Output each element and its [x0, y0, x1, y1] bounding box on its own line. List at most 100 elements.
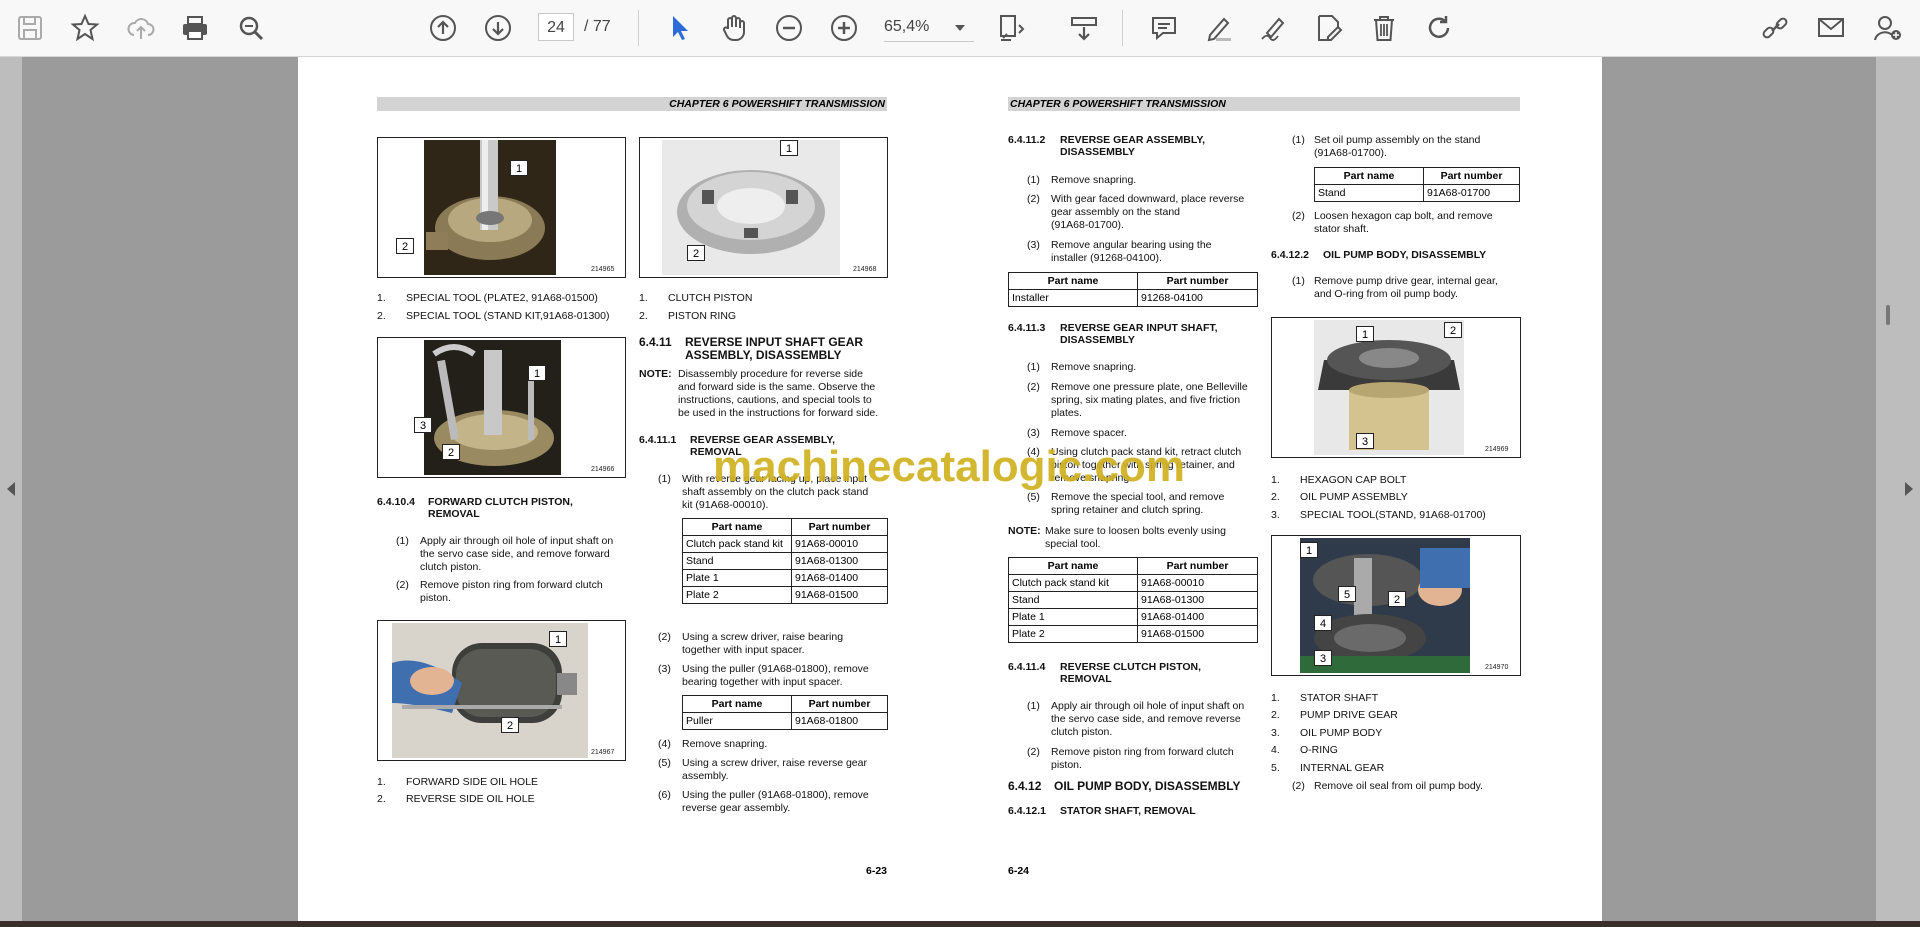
figure-number: 214969 [1485, 446, 1509, 453]
callout-1: 1 [549, 631, 567, 647]
step-number: (1) [1292, 275, 1305, 287]
caption-item: OIL PUMP ASSEMBLY [1300, 491, 1408, 503]
zoom-in-icon[interactable] [826, 10, 862, 46]
zoom-out-icon[interactable] [771, 10, 807, 46]
step-text: Remove snapring. [1051, 361, 1137, 373]
step-text: kit (91A68-00010). [682, 499, 769, 511]
step-text: and O-ring from oil pump body. [1314, 288, 1458, 300]
cloud-upload-icon[interactable] [123, 10, 159, 46]
table-cell: Installer [1008, 289, 1138, 307]
expand-left-panel-icon[interactable] [7, 482, 15, 496]
step-text: reverse gear assembly. [682, 802, 791, 814]
callout-2: 2 [396, 238, 414, 254]
table-header: Part number [1137, 557, 1258, 575]
hand-tool-icon[interactable] [716, 10, 752, 46]
step-text: Set oil pump assembly on the stand [1314, 134, 1481, 146]
caption-item-number: 4. [1271, 744, 1280, 756]
table-row: Installer 91268-04100 [1008, 289, 1258, 307]
page-down-icon[interactable] [480, 10, 516, 46]
delete-trash-icon[interactable] [1366, 10, 1402, 46]
caption-item: PUMP DRIVE GEAR [1300, 709, 1398, 721]
table-cell: Plate 2 [1008, 625, 1138, 643]
figure-oil-pump-assembly: 1 2 3 214969 [1271, 317, 1521, 458]
section-number: 6.4.12.2 [1271, 249, 1309, 261]
step-text: Remove spacer. [1051, 427, 1127, 439]
bookmark-star-icon[interactable] [67, 10, 103, 46]
print-icon[interactable] [177, 10, 213, 46]
caption-item: PISTON RING [668, 310, 737, 322]
step-number: (2) [1027, 193, 1040, 205]
table-cell: 91A68-01400 [791, 569, 888, 587]
table-cell: Stand [682, 552, 792, 570]
step-number: (1) [396, 535, 409, 547]
highlight-pen-icon[interactable] [1201, 10, 1237, 46]
section-number: 6.4.11.2 [1008, 134, 1046, 146]
step-text: the servo case side, and remove forward [420, 548, 610, 560]
comment-icon[interactable] [1146, 10, 1182, 46]
callout-3: 3 [1356, 433, 1374, 449]
scrollbar-thumb[interactable] [1886, 305, 1890, 325]
callout-1: 1 [510, 160, 528, 176]
caption-item-number: 1. [1271, 474, 1280, 486]
redo-icon[interactable] [1421, 10, 1457, 46]
step-text: installer (91268-04100). [1051, 252, 1162, 264]
step-number: (2) [658, 631, 671, 643]
section-title: OIL PUMP BODY, DISASSEMBLY [1054, 779, 1241, 793]
callout-2: 2 [442, 444, 460, 460]
draw-signature-icon[interactable] [1256, 10, 1292, 46]
parts-table: Part name Part number Stand 91A68-01700 [1314, 167, 1520, 202]
caption-item-number: 2. [377, 793, 386, 805]
edit-document-icon[interactable] [1311, 10, 1347, 46]
step-text: Remove angular bearing using the [1051, 239, 1212, 251]
section-number: 6.4.10.4 [377, 496, 415, 508]
table-row: Plate 1 91A68-01400 [682, 569, 888, 587]
parts-table: Part name Part number Puller 91A68-01800 [682, 695, 888, 730]
step-text: Remove oil seal from oil pump body. [1314, 780, 1484, 792]
table-row: Puller 91A68-01800 [682, 712, 888, 730]
step-text: assembly. [682, 770, 729, 782]
page-number: 6-24 [1008, 865, 1030, 877]
step-text: clutch piston. [1051, 726, 1113, 738]
section-title: STATOR SHAFT, REMOVAL [1060, 805, 1196, 817]
page-number-input[interactable]: 24 [538, 13, 574, 41]
figure-number: 214970 [1485, 664, 1509, 671]
caption-item-number: 5. [1271, 762, 1280, 774]
step-text: Remove pump drive gear, internal gear, [1314, 275, 1498, 287]
table-row: Plate 2 91A68-01500 [1008, 625, 1258, 643]
table-cell: 91A68-00010 [791, 535, 888, 553]
section-number: 6.4.11 [639, 335, 672, 349]
section-title: DISASSEMBLY [1060, 334, 1135, 346]
table-cell: 91A68-01500 [1137, 625, 1258, 643]
photo-oil-pump-assembly-image [1314, 320, 1464, 455]
callout-1: 1 [1300, 542, 1318, 558]
figure-number: 214968 [853, 266, 877, 273]
caption-item-number: 1. [639, 292, 648, 304]
table-cell: Stand [1314, 184, 1424, 202]
save-icon[interactable] [12, 10, 48, 46]
parts-table: Part name Part number Installer 91268-0410… [1008, 272, 1258, 307]
step-number: (2) [1027, 381, 1040, 393]
page-fit-icon[interactable] [994, 10, 1030, 46]
toolbar: 24 / 77 65,4% [0, 0, 1920, 57]
scrolling-mode-icon[interactable] [1066, 10, 1102, 46]
step-number: (1) [658, 473, 671, 485]
expand-right-panel-icon[interactable] [1905, 482, 1913, 496]
table-cell: Puller [682, 712, 792, 730]
caption-item-number: 2. [639, 310, 648, 322]
select-cursor-icon[interactable] [661, 10, 697, 46]
step-text: bearing together with input spacer. [682, 676, 843, 688]
email-icon[interactable] [1813, 10, 1849, 46]
right-panel-toggle[interactable] [1876, 57, 1920, 921]
parts-table: Part name Part number Clutch pack stand k… [1008, 557, 1258, 643]
add-user-icon[interactable] [1870, 10, 1906, 46]
chapter-header: CHAPTER 6 POWERSHIFT TRANSMISSION [377, 97, 887, 111]
chevron-down-icon[interactable] [955, 25, 965, 31]
caption-item-number: 1. [1271, 692, 1280, 704]
zoom-search-icon[interactable] [233, 10, 269, 46]
caption-item: O-RING [1300, 744, 1338, 756]
page-up-icon[interactable] [425, 10, 461, 46]
section-number: 6.4.11.1 [639, 434, 677, 446]
step-text: Remove piston ring from forward clutch [420, 579, 603, 591]
share-link-icon[interactable] [1757, 10, 1793, 46]
table-header: Part number [1137, 272, 1258, 290]
